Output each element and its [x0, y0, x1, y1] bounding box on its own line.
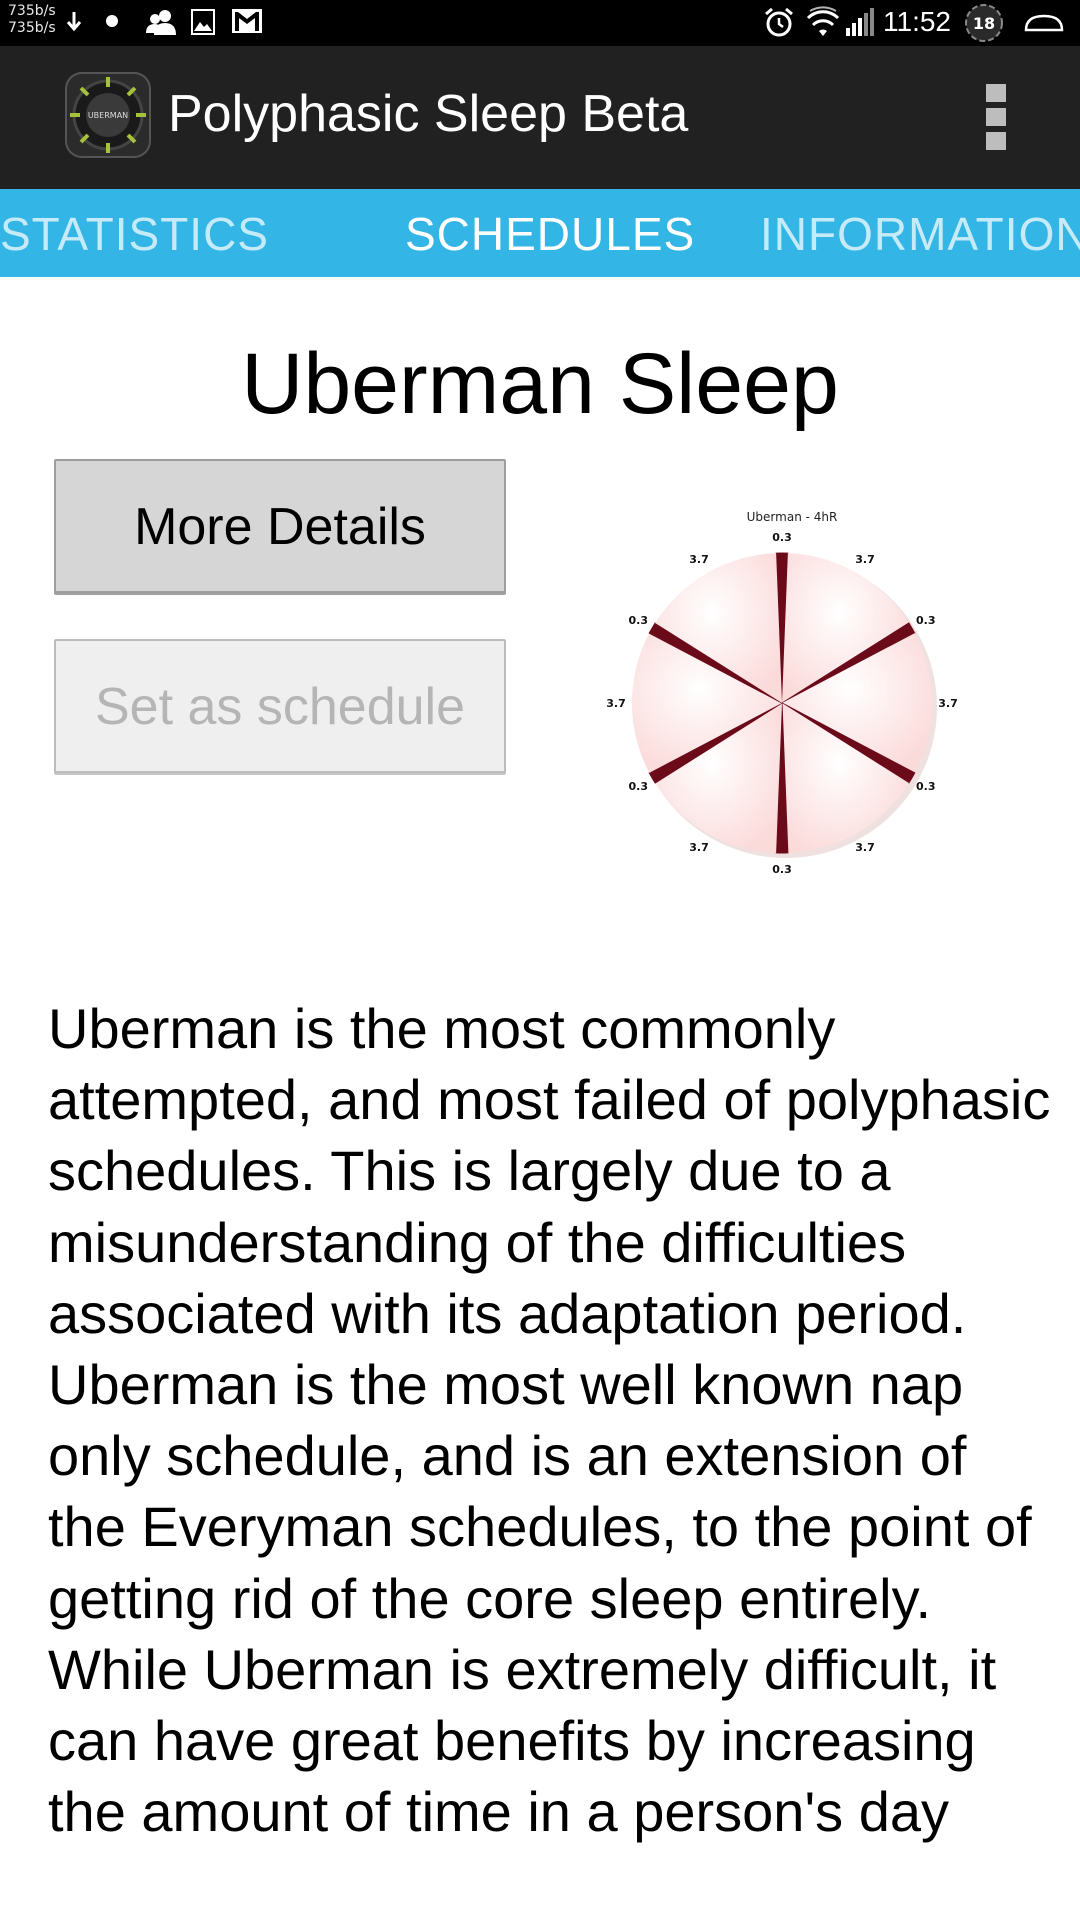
pie-slice-label: 3.7 — [689, 553, 709, 566]
dot-icon — [106, 15, 118, 27]
notification-count: 18 — [973, 14, 995, 33]
logo-text: UBERMAN — [88, 111, 128, 120]
pie-slice-label: 3.7 — [689, 841, 709, 854]
set-as-schedule-button[interactable]: Set as schedule — [54, 639, 506, 773]
pie-slice-label: 0.3 — [916, 614, 936, 627]
more-details-button[interactable]: More Details — [54, 459, 506, 593]
gmail-icon — [232, 9, 262, 33]
page-title: Uberman Sleep — [241, 336, 839, 432]
overflow-menu-icon[interactable] — [986, 84, 1006, 150]
pie-slice-label: 3.7 — [855, 553, 875, 566]
tab-bar: STATISTICS SCHEDULES INFORMATION — [0, 189, 1080, 277]
tab-statistics[interactable]: STATISTICS — [0, 207, 269, 261]
badge-icon: 18 — [965, 4, 1003, 42]
app-title: Polyphasic Sleep Beta — [168, 85, 689, 143]
pie-slice-label: 0.3 — [916, 780, 936, 793]
action-bar: UBERMAN Polyphasic Sleep Beta — [0, 46, 1080, 189]
net-speed-up: 735b/s — [8, 3, 56, 19]
pie-slice-label: 0.3 — [628, 780, 648, 793]
contacts-icon — [146, 10, 176, 35]
image-icon — [191, 9, 215, 35]
signal-icon — [846, 8, 874, 36]
pie-slice-label: 0.3 — [772, 863, 792, 876]
app-logo-icon[interactable]: UBERMAN — [64, 71, 152, 159]
tab-information[interactable]: INFORMATION — [760, 207, 1080, 261]
pie-slice-label: 3.7 — [606, 697, 626, 710]
alarm-icon — [765, 7, 793, 37]
network-speed: 735b/s 735b/s — [8, 3, 56, 37]
status-bar: 735b/s 735b/s 11:52 18 — [0, 0, 1080, 46]
pie-slice-label: 0.3 — [772, 531, 792, 544]
chart-title: Uberman - 4hR — [747, 510, 838, 524]
pie-slice-label: 3.7 — [938, 697, 958, 710]
net-speed-down: 735b/s — [8, 20, 56, 36]
cloud-icon — [1024, 14, 1064, 32]
schedule-description: Uberman is the most commonly attempted, … — [48, 997, 1051, 1844]
schedule-pie-chart: Uberman - 4hR 0.3 3.7 0.3 3.7 0.3 3.7 0.3 3.7 0.… — [606, 510, 958, 876]
pie-slice-label: 3.7 — [855, 841, 875, 854]
clock: 11:52 — [883, 6, 951, 37]
download-arrow-icon — [66, 12, 82, 32]
wifi-icon — [806, 6, 840, 36]
tab-schedules[interactable]: SCHEDULES — [405, 207, 695, 261]
pie-slice-label: 0.3 — [628, 614, 648, 627]
